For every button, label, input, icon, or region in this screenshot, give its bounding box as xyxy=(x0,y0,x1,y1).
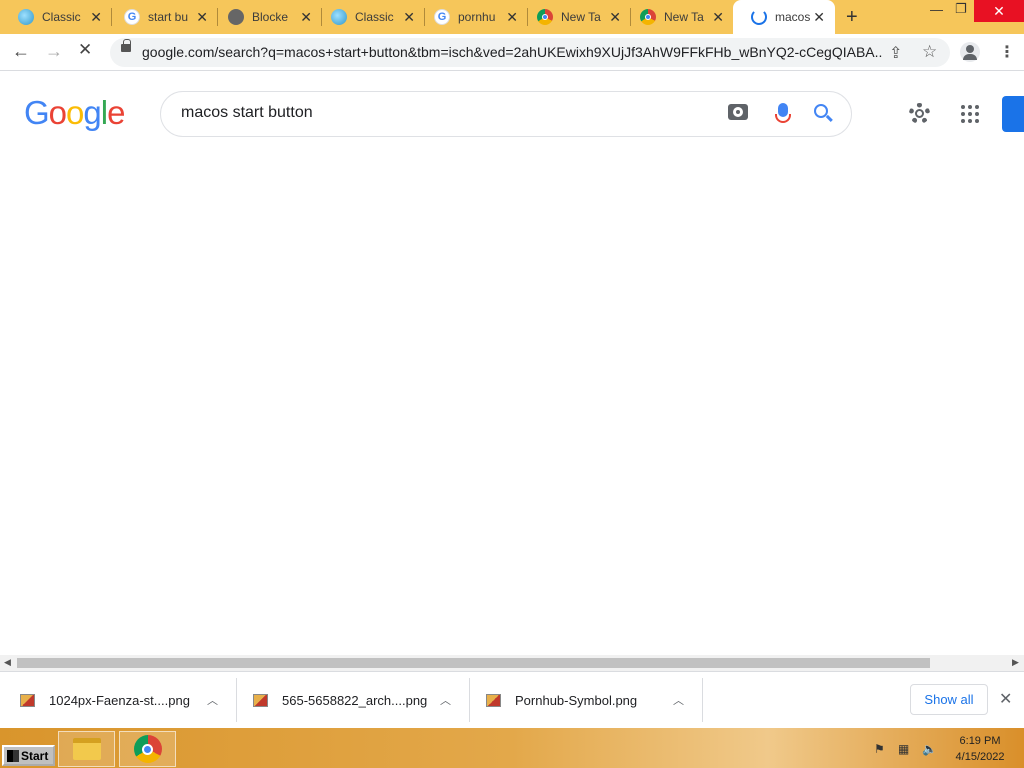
download-separator xyxy=(236,678,237,722)
chrome-icon xyxy=(640,9,656,25)
tab-title: Classic xyxy=(355,10,394,24)
chrome-icon xyxy=(133,735,162,763)
logo-letter: o xyxy=(66,94,84,131)
scroll-right-arrow-icon[interactable]: ▶ xyxy=(1012,657,1019,668)
image-file-icon xyxy=(486,693,501,707)
windows-logo-icon xyxy=(7,749,19,762)
close-icon[interactable]: ✕ xyxy=(196,9,208,25)
logo-letter: g xyxy=(83,94,101,131)
image-file-icon xyxy=(253,693,268,707)
download-item[interactable]: 1024px-Faenza-st....png xyxy=(20,678,190,722)
profile-avatar-icon[interactable] xyxy=(960,42,980,62)
stop-loading-icon[interactable]: ✕ xyxy=(78,40,92,60)
tab-new-tab-1[interactable]: New Ta ✕ xyxy=(519,0,631,34)
close-icon[interactable]: ✕ xyxy=(300,9,312,25)
start-button[interactable]: Start xyxy=(2,745,55,766)
tab-classic-1[interactable]: Classic ✕ xyxy=(0,0,112,34)
camera-icon[interactable] xyxy=(728,104,748,120)
tab-start-button-search[interactable]: G start bu ✕ xyxy=(106,0,218,34)
close-icon[interactable]: ✕ xyxy=(712,9,724,25)
globe-icon xyxy=(18,9,34,25)
scroll-left-arrow-icon[interactable]: ◀ xyxy=(4,657,11,668)
close-icon[interactable]: ✕ xyxy=(813,9,825,25)
download-filename: Pornhub-Symbol.png xyxy=(515,692,638,708)
tab-title: New Ta xyxy=(561,10,601,24)
tab-title: New Ta xyxy=(664,10,704,24)
clock-time: 6:19 PM xyxy=(959,735,1001,747)
tab-title: Blocke xyxy=(252,10,289,24)
share-icon[interactable]: ⇪ xyxy=(889,43,902,63)
download-separator xyxy=(702,678,703,722)
tab-classic-2[interactable]: Classic ✕ xyxy=(313,0,425,34)
search-icon[interactable] xyxy=(814,104,828,118)
tab-title: pornhu xyxy=(458,10,496,24)
tab-blocked[interactable]: Blocke ✕ xyxy=(210,0,322,34)
chrome-icon xyxy=(537,9,553,25)
loading-spinner-icon xyxy=(751,9,767,25)
network-icon[interactable]: ▦ xyxy=(898,742,912,756)
close-icon[interactable]: ✕ xyxy=(90,9,102,25)
minimize-icon[interactable]: — xyxy=(930,2,943,17)
tab-title: Classic xyxy=(42,10,81,24)
image-file-icon xyxy=(20,693,35,707)
folder-icon xyxy=(72,738,101,760)
close-icon[interactable]: ✕ xyxy=(506,9,518,25)
forward-arrow-icon[interactable]: → xyxy=(45,41,63,62)
chevron-up-icon[interactable]: ︿ xyxy=(673,692,684,708)
new-tab-button[interactable]: + xyxy=(846,6,858,29)
logo-letter: e xyxy=(107,94,125,131)
google-g-icon: G xyxy=(124,9,140,25)
tab-title: macos xyxy=(775,10,811,24)
volume-muted-icon[interactable]: 🔈 xyxy=(922,742,937,756)
logo-letter: o xyxy=(48,94,67,131)
system-clock[interactable]: 6:19 PM 4/15/2022 xyxy=(950,733,1010,765)
download-filename: 565-5658822_arch....png xyxy=(282,692,428,708)
globe-icon xyxy=(331,9,347,25)
scrollbar-thumb[interactable] xyxy=(17,658,930,668)
url-text[interactable]: google.com/search?q=macos+start+button&t… xyxy=(142,44,882,60)
tab-new-tab-2[interactable]: New Ta ✕ xyxy=(622,0,734,34)
window-close-button[interactable]: ✕ xyxy=(974,0,1024,22)
restore-icon[interactable]: ❐ xyxy=(955,1,967,17)
taskbar-chrome[interactable] xyxy=(119,731,176,767)
download-item[interactable]: 565-5658822_arch....png xyxy=(253,678,427,722)
download-item[interactable]: Pornhub-Symbol.png xyxy=(486,678,637,722)
settings-gear-icon[interactable] xyxy=(909,103,930,124)
bookmark-star-icon[interactable]: ☆ xyxy=(922,42,937,62)
back-arrow-icon[interactable]: ← xyxy=(12,41,30,62)
blocked-globe-icon xyxy=(228,9,244,25)
start-label: Start xyxy=(21,748,49,763)
download-separator xyxy=(469,678,470,722)
close-icon[interactable]: ✕ xyxy=(609,9,621,25)
chevron-up-icon[interactable]: ︿ xyxy=(207,692,218,708)
search-query-text[interactable]: macos start button xyxy=(181,104,313,122)
chevron-up-icon[interactable]: ︿ xyxy=(440,692,451,708)
google-g-icon: G xyxy=(434,9,450,25)
action-center-flag-icon[interactable]: ⚑ xyxy=(874,742,888,756)
clock-date: 4/15/2022 xyxy=(955,751,1005,763)
sign-in-button[interactable] xyxy=(1002,96,1024,132)
taskbar-file-explorer[interactable] xyxy=(58,731,115,767)
close-icon[interactable]: ✕ xyxy=(999,689,1012,709)
download-filename: 1024px-Faenza-st....png xyxy=(49,692,190,708)
lock-icon xyxy=(121,39,131,52)
show-all-downloads-button[interactable]: Show all xyxy=(910,684,988,715)
logo-letter: G xyxy=(24,94,50,131)
tab-search-5[interactable]: G pornhu ✕ xyxy=(416,0,528,34)
tab-title: start bu xyxy=(148,10,189,24)
menu-kebab-icon[interactable]: ⋮ xyxy=(999,42,1015,62)
google-logo[interactable]: Google xyxy=(24,94,125,132)
close-icon[interactable]: ✕ xyxy=(403,9,415,25)
tab-macos-active[interactable]: macos ✕ xyxy=(733,0,835,34)
google-apps-icon[interactable] xyxy=(961,105,979,123)
